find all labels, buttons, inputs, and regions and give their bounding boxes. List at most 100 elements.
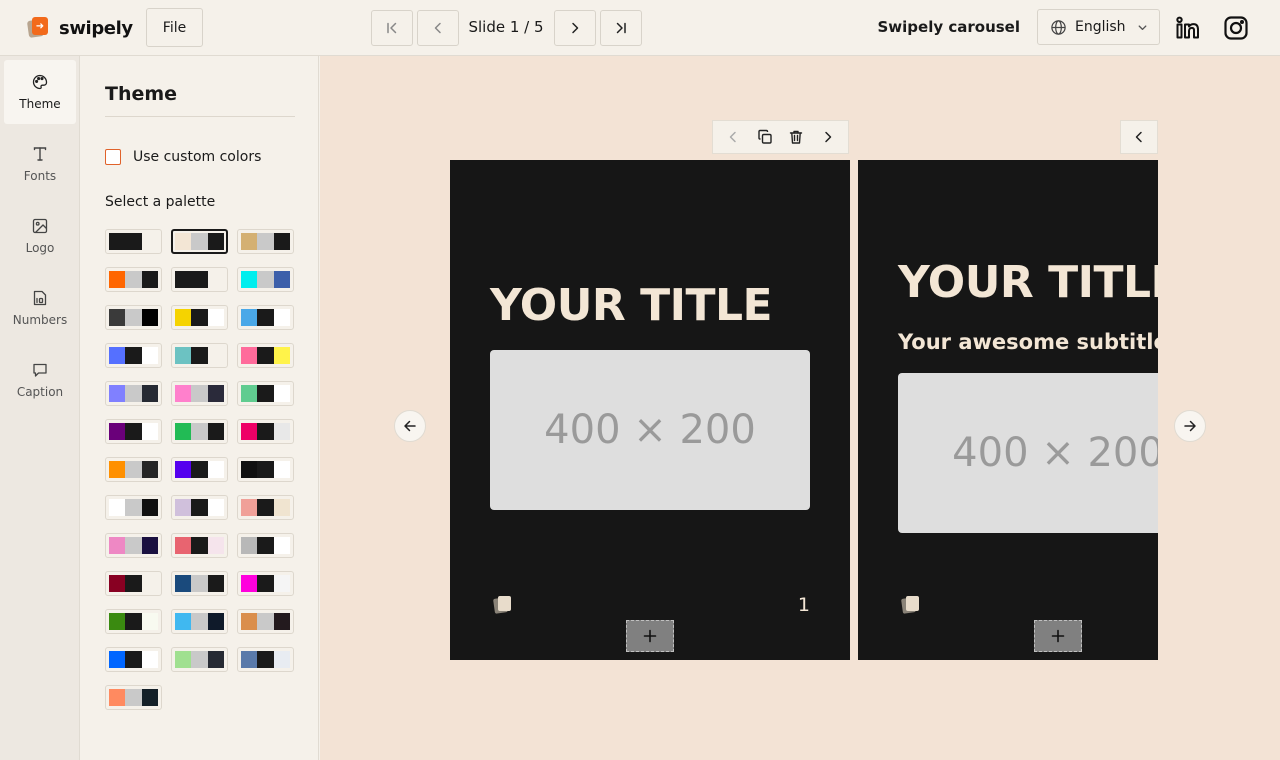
palette-color-chip (175, 309, 192, 326)
palette-swatch[interactable] (105, 381, 162, 406)
scroll-right-button[interactable] (1174, 410, 1206, 442)
language-select[interactable]: English (1037, 9, 1160, 45)
custom-colors-label: Use custom colors (133, 149, 262, 165)
palette-color-chip (175, 537, 192, 554)
slide-2-toolbar[interactable] (1120, 120, 1158, 154)
palette-color-chip (191, 271, 208, 288)
palette-color-chip (141, 423, 158, 440)
palette-swatch[interactable] (105, 685, 162, 710)
palette-swatch[interactable] (171, 419, 228, 444)
palette-color-chip (191, 613, 208, 630)
palette-color-chip (241, 233, 258, 250)
palette-swatch[interactable] (105, 495, 162, 520)
duplicate-icon[interactable] (757, 129, 773, 145)
palette-swatch[interactable] (171, 457, 228, 482)
palette-swatch[interactable] (237, 495, 294, 520)
project-title[interactable]: Swipely carousel (840, 18, 1021, 36)
palette-swatch[interactable] (105, 457, 162, 482)
slide-2[interactable]: YOUR TITLE Your awesome subtitle 400 × 2… (858, 160, 1158, 660)
palette-color-chip (125, 271, 142, 288)
slide-image-placeholder[interactable]: 400 × 200 (490, 350, 810, 510)
chevron-left-icon[interactable] (725, 129, 741, 145)
palette-color-chip (141, 613, 158, 630)
palette-color-chip (273, 461, 290, 478)
palette-swatch[interactable] (105, 305, 162, 330)
custom-colors-checkbox[interactable] (105, 149, 121, 165)
trash-icon[interactable] (788, 129, 804, 145)
instagram-icon[interactable] (1223, 15, 1249, 41)
palette-color-chip (175, 651, 192, 668)
add-element-button[interactable] (1034, 620, 1082, 652)
palette-color-chip (241, 575, 258, 592)
palette-color-chip (109, 461, 126, 478)
palette-color-chip (175, 461, 192, 478)
palette-swatch[interactable] (105, 229, 162, 254)
palette-color-chip (273, 613, 290, 630)
custom-colors-toggle[interactable]: Use custom colors (105, 149, 261, 165)
palette-swatch[interactable] (105, 571, 162, 596)
chevron-left-icon (1135, 131, 1142, 143)
palette-swatch[interactable] (171, 609, 228, 634)
palette-swatch[interactable] (237, 609, 294, 634)
palette-swatch[interactable] (105, 267, 162, 292)
palette-swatch[interactable] (237, 419, 294, 444)
rail-item-fonts[interactable]: Fonts (4, 132, 76, 196)
palette-swatch[interactable] (237, 381, 294, 406)
palette-color-chip (241, 271, 258, 288)
brand-name: swipely (59, 17, 133, 39)
arrow-left-icon (404, 420, 416, 432)
palette-swatch[interactable] (171, 305, 228, 330)
palette-swatch[interactable] (237, 457, 294, 482)
palette-swatch[interactable] (237, 571, 294, 596)
chevron-right-icon[interactable] (820, 129, 836, 145)
rail-item-logo[interactable]: Logo (4, 204, 76, 268)
file-menu-button[interactable]: File (146, 8, 203, 47)
palette-swatch[interactable] (237, 305, 294, 330)
rail-item-theme[interactable]: Theme (4, 60, 76, 124)
palette-swatch[interactable] (105, 419, 162, 444)
palette-swatch[interactable] (105, 533, 162, 558)
palette-color-chip (109, 271, 126, 288)
palette-swatch[interactable] (171, 647, 228, 672)
top-bar: ➜ swipely File Slide 1 / 5 Swipely carou… (0, 0, 1280, 56)
palette-color-chip (191, 309, 208, 326)
palette-swatch[interactable] (171, 533, 228, 558)
palette-color-chip (191, 537, 208, 554)
linkedin-icon[interactable] (1175, 15, 1201, 41)
slide-image-placeholder[interactable]: 400 × 200 (898, 373, 1158, 533)
palette-color-chip (109, 651, 126, 668)
slide-title[interactable]: YOUR TITLE (898, 257, 1158, 308)
palette-swatch[interactable] (105, 647, 162, 672)
palette-color-chip (141, 537, 158, 554)
rail-item-numbers[interactable]: Numbers (4, 276, 76, 340)
skip-to-last-icon (616, 22, 626, 34)
next-slide-button[interactable] (554, 10, 596, 46)
previous-slide-button[interactable] (417, 10, 459, 46)
slide-1[interactable]: YOUR TITLE 400 × 200 1 (450, 160, 850, 660)
palette-swatch[interactable] (237, 267, 294, 292)
first-slide-button[interactable] (371, 10, 413, 46)
brand[interactable]: ➜ swipely (26, 15, 133, 41)
palette-swatch[interactable] (105, 343, 162, 368)
slide-subtitle[interactable]: Your awesome subtitle (898, 330, 1158, 354)
palette-swatch[interactable] (171, 229, 228, 254)
palette-swatch[interactable] (171, 381, 228, 406)
palette-swatch[interactable] (171, 495, 228, 520)
scroll-left-button[interactable] (394, 410, 426, 442)
palette-color-chip (191, 423, 208, 440)
palette-color-chip (191, 651, 208, 668)
add-element-button[interactable] (626, 620, 674, 652)
palette-swatch[interactable] (237, 533, 294, 558)
palette-swatch[interactable] (237, 229, 294, 254)
palette-swatch[interactable] (237, 647, 294, 672)
palette-swatch[interactable] (171, 343, 228, 368)
palette-swatch[interactable] (171, 571, 228, 596)
palette-swatch[interactable] (171, 267, 228, 292)
palette-color-chip (109, 309, 126, 326)
rail-item-caption[interactable]: Caption (4, 348, 76, 412)
palette-swatch[interactable] (237, 343, 294, 368)
last-slide-button[interactable] (600, 10, 642, 46)
slide-counter: Slide 1 / 5 (468, 18, 544, 36)
slide-title[interactable]: YOUR TITLE (490, 280, 773, 331)
palette-swatch[interactable] (105, 609, 162, 634)
